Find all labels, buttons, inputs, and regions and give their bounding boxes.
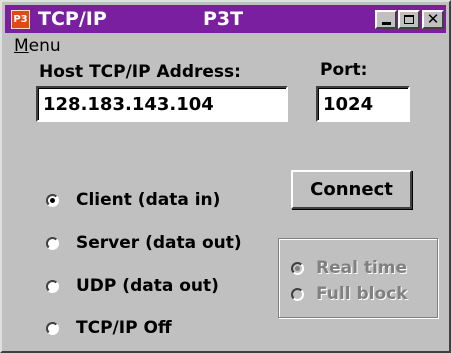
radio-selected-dot bbox=[50, 197, 55, 203]
transfer-mode-group: Real time Full block bbox=[278, 238, 438, 318]
radio-full-block[interactable]: Full block bbox=[291, 281, 408, 307]
radio-udp[interactable]: UDP (data out) bbox=[46, 273, 219, 299]
radio-circle[interactable] bbox=[46, 236, 59, 250]
menu-item-menu[interactable]: Menu bbox=[14, 36, 61, 56]
radio-circle[interactable] bbox=[46, 321, 59, 335]
radio-circle[interactable] bbox=[46, 193, 59, 207]
minimize-button[interactable] bbox=[375, 10, 397, 29]
radio-label: UDP (data out) bbox=[76, 276, 219, 296]
menu-bar: Menu bbox=[5, 33, 446, 59]
radio-circle[interactable] bbox=[46, 279, 59, 293]
radio-label: Server (data out) bbox=[76, 233, 242, 253]
radio-circle[interactable] bbox=[291, 287, 304, 301]
app-icon[interactable]: P3 bbox=[11, 10, 30, 29]
host-address-field[interactable] bbox=[36, 86, 288, 122]
host-address-label: Host TCP/IP Address: bbox=[39, 62, 241, 82]
window-title: TCP/IP bbox=[38, 8, 107, 30]
app-window: P3 TCP/IP P3T ✕ Menu Host TCP/IP Address… bbox=[0, 0, 451, 353]
radio-server[interactable]: Server (data out) bbox=[46, 230, 242, 256]
minimize-icon bbox=[381, 22, 391, 25]
close-icon: ✕ bbox=[426, 10, 440, 28]
menu-label: enu bbox=[28, 36, 61, 56]
close-button[interactable]: ✕ bbox=[422, 10, 444, 29]
port-field[interactable] bbox=[316, 86, 410, 122]
maximize-icon bbox=[404, 15, 414, 24]
radio-circle[interactable] bbox=[291, 261, 304, 275]
radio-label: Full block bbox=[316, 284, 408, 304]
menu-mnemonic: M bbox=[14, 36, 29, 56]
radio-selected-dot bbox=[295, 265, 300, 271]
radio-label: Real time bbox=[316, 258, 408, 278]
window-subtitle: P3T bbox=[203, 8, 244, 30]
title-bar[interactable]: P3 TCP/IP P3T ✕ bbox=[5, 5, 446, 33]
radio-tcpip-off[interactable]: TCP/IP Off bbox=[46, 315, 172, 341]
radio-real-time[interactable]: Real time bbox=[291, 255, 407, 281]
port-label: Port: bbox=[320, 60, 368, 80]
radio-label: TCP/IP Off bbox=[76, 318, 172, 338]
connect-button[interactable]: Connect bbox=[291, 170, 412, 209]
maximize-button[interactable] bbox=[398, 10, 420, 29]
radio-client[interactable]: Client (data in) bbox=[46, 187, 220, 213]
radio-label: Client (data in) bbox=[76, 190, 221, 210]
